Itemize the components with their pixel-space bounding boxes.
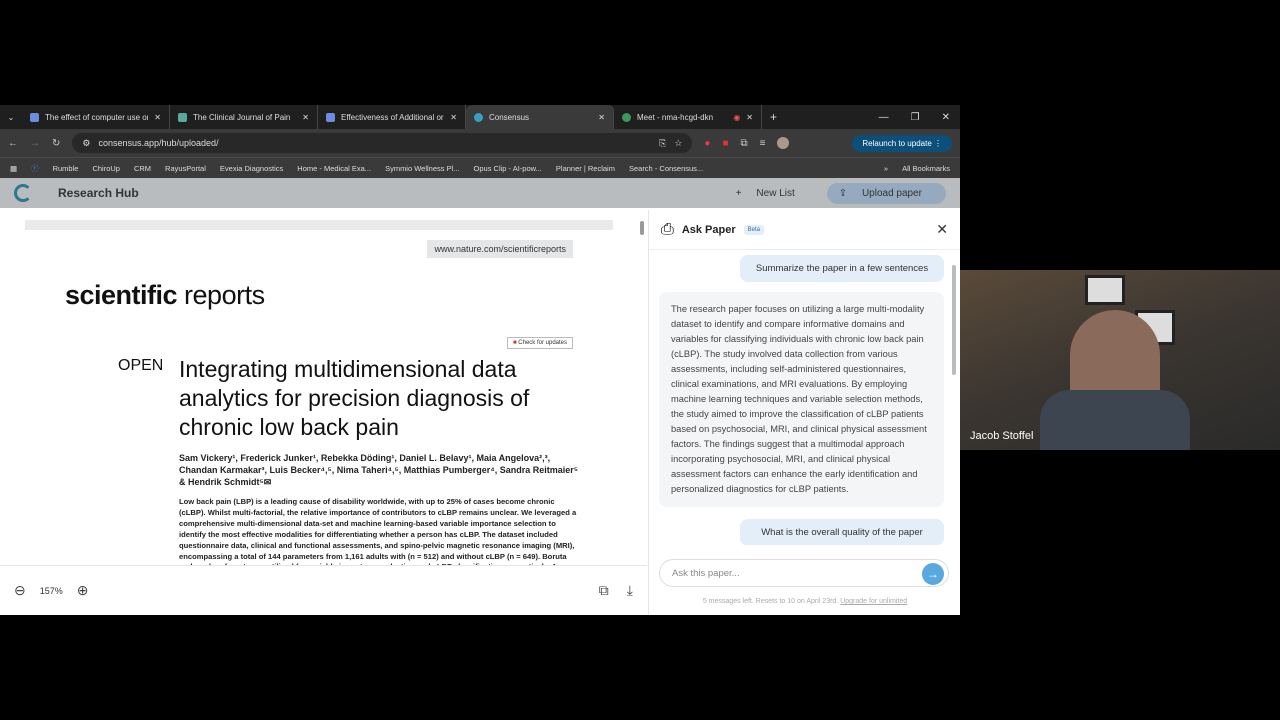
url-text: consensus.app/hub/uploaded/ (98, 138, 219, 148)
extensions-puzzle-icon[interactable]: ⧉ (740, 138, 747, 149)
record-icon: ◉ (733, 112, 741, 122)
download-icon[interactable]: ⤓ (627, 582, 633, 599)
diploma-frame (1085, 275, 1125, 305)
page-icon (30, 112, 39, 122)
bookmark[interactable]: Evexia Diagnostics (220, 164, 283, 173)
ask-placeholder: Ask this paper... (672, 567, 740, 579)
minimize-button[interactable]: — (879, 112, 889, 123)
zoom-in-icon[interactable]: ⊕ (77, 582, 89, 599)
user-message: Summarize the paper in a few sentences (740, 255, 944, 282)
all-bookmarks[interactable]: All Bookmarks (902, 164, 950, 173)
bookmarks-bar: ▦ ⓕ Rumble ChiroUp CRM RayusPortal Evexia… (0, 157, 960, 178)
close-icon[interactable]: ✕ (936, 221, 948, 238)
tab-title: Effectiveness of Additional or S (341, 112, 445, 122)
reload-button[interactable]: ↻ (52, 138, 60, 149)
more-bookmarks-icon[interactable]: » (884, 164, 888, 173)
bookmark[interactable]: RayusPortal (165, 164, 206, 173)
restore-button[interactable]: ❐ (911, 112, 920, 123)
paper-modal: www.nature.com/scientificreports scienti… (0, 210, 960, 615)
ask-input[interactable]: Ask this paper... → (659, 559, 949, 587)
meet-icon (622, 112, 631, 122)
bookmark[interactable]: Home - Medical Exa... (297, 164, 371, 173)
bookmark[interactable]: CRM (134, 164, 151, 173)
page-title: Research Hub (58, 186, 139, 200)
forward-button[interactable]: → (30, 138, 40, 149)
panel-title: Ask Paper (681, 223, 736, 236)
person-shirt (1040, 390, 1190, 450)
bookmark[interactable]: ChiroUp (92, 164, 120, 173)
extension-icon[interactable]: ■ (722, 138, 728, 149)
page-icon (326, 112, 335, 122)
tab-title: The effect of computer use on (45, 112, 149, 122)
pdf-toolbar: ⊖ 157% ⊕ ⧉ ⤓ (0, 565, 647, 615)
apps-icon[interactable]: ▦ (10, 164, 17, 173)
open-external-icon[interactable]: ⧉ (599, 582, 609, 599)
bookmark[interactable]: Planner | Reclaim (556, 164, 615, 173)
paper-authors: Sam Vickery¹, Frederick Junker¹, Rebekka… (179, 453, 578, 487)
new-tab-button[interactable]: + (770, 110, 777, 124)
pdf-page: www.nature.com/scientificreports scienti… (25, 220, 613, 565)
check-for-updates[interactable]: ■ Check for updates (507, 337, 573, 349)
usage-note: 5 messages left. Resets to 10 on April 2… (702, 598, 908, 605)
close-icon[interactable]: ✕ (302, 113, 309, 122)
url-field[interactable]: ⚙ consensus.app/hub/uploaded/ ⎘ ☆ (72, 133, 693, 153)
consensus-logo (14, 184, 32, 202)
chat-messages: Summarize the paper in a few sentences T… (659, 255, 944, 545)
close-icon[interactable]: ✕ (450, 113, 457, 122)
paper-abstract: Low back pain (LBP) is a leading cause o… (179, 497, 577, 565)
zoom-level: 157% (39, 585, 63, 596)
tab-clinical-journal[interactable]: The Clinical Journal of Pain ✕ (170, 105, 318, 129)
ask-paper-icon: ⎙ (661, 220, 674, 238)
back-button[interactable]: ← (8, 138, 18, 149)
close-window-button[interactable]: ✕ (942, 112, 950, 123)
upgrade-link[interactable]: Upgrade for unlimited (840, 598, 907, 605)
tab-effectiveness[interactable]: Effectiveness of Additional or S ✕ (318, 105, 466, 129)
assistant-message: The research paper focuses on utilizing … (659, 292, 944, 507)
new-list-button[interactable]: + New List (724, 183, 819, 204)
pdf-viewer: www.nature.com/scientificreports scienti… (0, 210, 647, 565)
consensus-icon (474, 112, 483, 122)
journal-logo: scientific reports (65, 280, 265, 310)
journal-url: www.nature.com/scientificreports (427, 240, 573, 258)
tab-computer-use[interactable]: The effect of computer use on ✕ (22, 105, 170, 129)
close-icon[interactable]: ✕ (598, 113, 605, 122)
extension-icon[interactable]: ● (704, 138, 710, 149)
bookmark[interactable]: Symmio Wellness Pl... (385, 164, 459, 173)
tab-consensus[interactable]: Consensus ✕ (466, 105, 614, 129)
close-icon[interactable]: ✕ (154, 113, 161, 122)
open-access-label: OPEN (118, 357, 164, 374)
bookmark[interactable]: Opus Clip - AI-pow... (474, 164, 542, 173)
page-icon (178, 112, 187, 122)
star-icon[interactable]: ☆ (674, 138, 682, 149)
tab-title: Meet - nma-hcgd-dkn (637, 112, 714, 122)
tab-strip: ⌄ The effect of computer use on ✕ The Cli… (0, 105, 960, 129)
pdf-scrollbar[interactable] (638, 215, 646, 565)
site-info-icon[interactable]: ⚙ (82, 138, 90, 149)
facebook-bookmark[interactable]: ⓕ (31, 163, 39, 174)
address-bar-row: ← → ↻ ⚙ consensus.app/hub/uploaded/⎘ ☆ ● ■ ⧉ ≡ … (0, 129, 960, 157)
browser-window: ⌄ The effect of computer use on ✕ The Cli… (0, 105, 960, 615)
hub-header: Research Hub + New List ⇪ Upload paper (0, 178, 960, 208)
send-button[interactable]: → (922, 563, 944, 585)
zoom-out-icon[interactable]: ⊖ (14, 582, 26, 599)
webcam-feed: Jacob Stoffel (960, 270, 1280, 450)
relaunch-button[interactable]: Relaunch to update ⋮ (852, 134, 952, 152)
bookmark[interactable]: Rumble (53, 164, 79, 173)
ask-paper-panel: ⎙ Ask Paper Beta ✕ Summarize the paper in a… (648, 210, 960, 615)
tab-meet[interactable]: Meet - nma-hcgd-dkn ◉ ✕ (614, 105, 762, 129)
beta-badge: Beta (743, 224, 764, 235)
tab-title: Consensus (489, 112, 530, 122)
tab-title: The Clinical Journal of Pain (193, 112, 291, 122)
paper-title: Integrating multidimensional data analyt… (179, 356, 530, 440)
tab-search-button[interactable]: ⌄ (0, 113, 22, 122)
install-icon[interactable]: ⎘ (659, 138, 666, 149)
user-message: What is the overall quality of the paper (740, 519, 944, 545)
upload-paper-button[interactable]: ⇪ Upload paper (826, 182, 946, 204)
bookmark[interactable]: Search - Consensus... (629, 164, 703, 173)
participant-name: Jacob Stoffel (970, 430, 1034, 442)
close-icon[interactable]: ✕ (746, 113, 753, 122)
reading-list-icon[interactable]: ≡ (760, 138, 766, 149)
avatar[interactable] (777, 137, 790, 149)
chat-scrollbar[interactable] (952, 255, 958, 545)
